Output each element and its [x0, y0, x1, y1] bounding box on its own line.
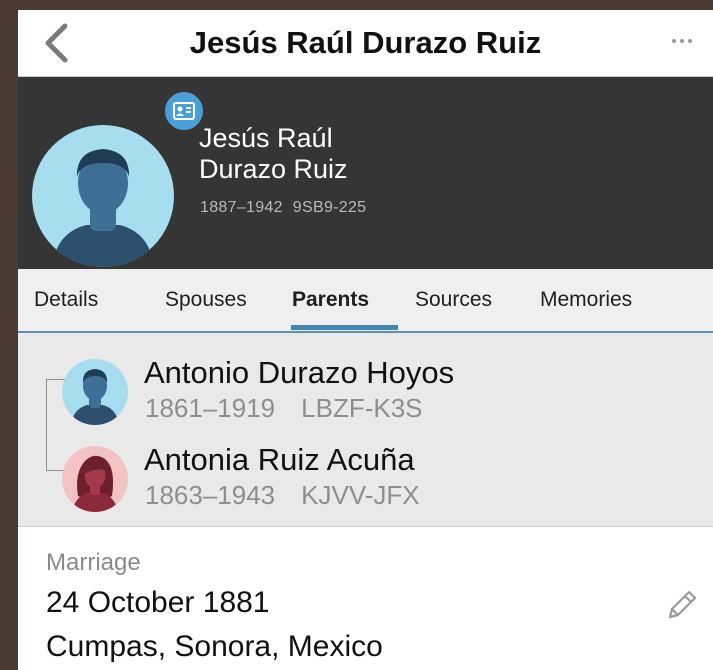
father-lifespan: 1861–1919 — [145, 393, 276, 423]
tab-memories[interactable]: Memories — [540, 269, 632, 331]
nav-bar: Jesús Raúl Durazo Ruiz — [18, 10, 713, 77]
parent-row-mother[interactable]: Antonia Ruiz Acuña 1863–1943 KJVV-JFX — [62, 438, 702, 518]
parent-row-father[interactable]: Antonio Durazo Hoyos 1861–1919 LBZF-K3S — [62, 351, 702, 431]
marriage-event: Marriage 24 October 1881 Cumpas, Sonora,… — [18, 527, 713, 670]
mother-id: KJVV-JFX — [301, 480, 420, 510]
tab-sources[interactable]: Sources — [415, 269, 492, 331]
person-name: Jesús Raúl Durazo Ruiz — [199, 123, 559, 185]
person-meta: 1887–1942 9SB9-225 — [200, 199, 376, 217]
father-avatar — [62, 359, 128, 425]
mother-meta: 1863–1943 KJVV-JFX — [145, 480, 446, 511]
father-name: Antonio Durazo Hoyos — [144, 355, 455, 390]
chevron-left-icon — [45, 23, 68, 63]
mother-name: Antonia Ruiz Acuña — [144, 442, 415, 477]
event-date: 24 October 1881 — [46, 586, 270, 619]
tab-details[interactable]: Details — [34, 269, 98, 331]
male-silhouette-icon — [71, 369, 119, 425]
person-header: Jesús Raúl Durazo Ruiz 1887–1942 9SB9-225 — [18, 77, 713, 269]
person-lifespan: 1887–1942 — [200, 199, 283, 216]
tab-parents[interactable]: Parents — [292, 269, 369, 331]
female-silhouette-icon — [72, 455, 118, 512]
active-tab-indicator — [291, 325, 398, 330]
app-frame: Jesús Raúl Durazo Ruiz Jesús Raúl Durazo… — [18, 10, 713, 670]
event-label: Marriage — [46, 549, 141, 576]
person-name-line1: Jesús Raúl — [199, 123, 333, 153]
male-silhouette-icon — [52, 149, 154, 267]
more-button[interactable] — [665, 30, 699, 52]
back-button[interactable] — [36, 20, 76, 66]
parents-section: Antonio Durazo Hoyos 1861–1919 LBZF-K3S A… — [18, 333, 713, 527]
person-name-line2: Durazo Ruiz — [199, 154, 348, 184]
person-avatar[interactable] — [32, 125, 174, 267]
mother-avatar — [62, 446, 128, 512]
tab-bar: Details Spouses Parents Sources Memories — [18, 269, 713, 333]
event-place: Cumpas, Sonora, Mexico — [46, 630, 383, 663]
person-id: 9SB9-225 — [292, 199, 367, 216]
more-dots-icon — [672, 39, 676, 43]
mother-lifespan: 1863–1943 — [145, 480, 276, 510]
edit-marriage-button[interactable] — [662, 585, 702, 625]
tab-spouses[interactable]: Spouses — [165, 269, 247, 331]
pencil-icon — [668, 590, 697, 619]
father-meta: 1861–1919 LBZF-K3S — [145, 393, 449, 424]
page-title: Jesús Raúl Durazo Ruiz — [189, 25, 542, 60]
id-card-icon — [173, 102, 195, 120]
father-id: LBZF-K3S — [301, 393, 423, 423]
